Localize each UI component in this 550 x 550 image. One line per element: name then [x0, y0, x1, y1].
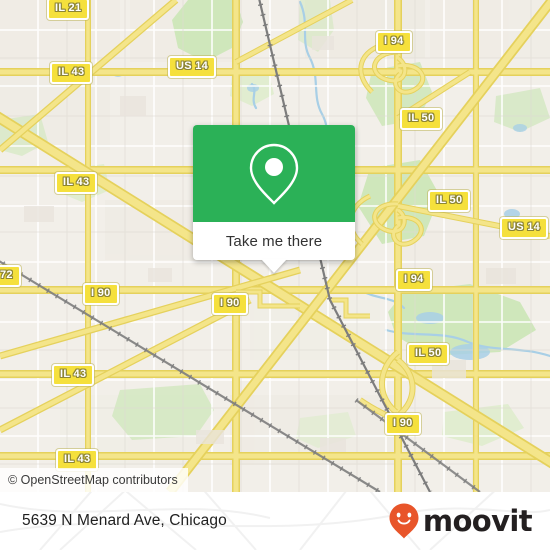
callout-action-bar[interactable]: Take me there — [193, 222, 355, 260]
road-shield: I 94 — [376, 31, 412, 53]
location-address: 5639 N Menard Ave, Chicago — [22, 512, 227, 529]
road-shield: IL 43 — [55, 172, 98, 194]
moovit-map-screenshot: .rd { stroke:#f4e58a; stroke-linecap:but… — [0, 0, 550, 550]
road-shield: I 90 — [385, 413, 421, 435]
take-me-there-label: Take me there — [225, 232, 323, 250]
road-shield: I 90 — [212, 293, 248, 315]
road-shield: IL 50 — [400, 108, 443, 130]
road-shield: IL 50 — [428, 190, 471, 212]
road-shield: US 14 — [168, 56, 217, 78]
callout-pin-area — [193, 125, 355, 222]
attribution-text: © OpenStreetMap contributors — [8, 473, 178, 487]
road-shield: IL 21 — [47, 0, 90, 20]
footer-bar: 5639 N Menard Ave, Chicago moovit — [0, 492, 550, 550]
moovit-wordmark: moovit — [422, 503, 533, 538]
road-shield: I 90 — [83, 283, 119, 305]
location-pin-icon — [249, 143, 299, 205]
map-attribution[interactable]: © OpenStreetMap contributors — [0, 468, 188, 492]
road-shield: IL 43 — [50, 62, 93, 84]
road-shield: IL 43 — [52, 364, 95, 386]
road-shield: I 94 — [396, 269, 432, 291]
take-me-there-callout[interactable]: Take me there — [193, 125, 355, 273]
map-canvas[interactable]: .rd { stroke:#f4e58a; stroke-linecap:but… — [0, 0, 550, 492]
callout-tail-pointer — [261, 259, 287, 273]
road-shield: US 14 — [500, 217, 549, 239]
moovit-pin-smile-icon — [389, 503, 419, 539]
moovit-logo[interactable]: moovit — [389, 503, 533, 539]
road-shield: 72 — [0, 265, 21, 287]
road-shield: IL 50 — [407, 343, 450, 365]
